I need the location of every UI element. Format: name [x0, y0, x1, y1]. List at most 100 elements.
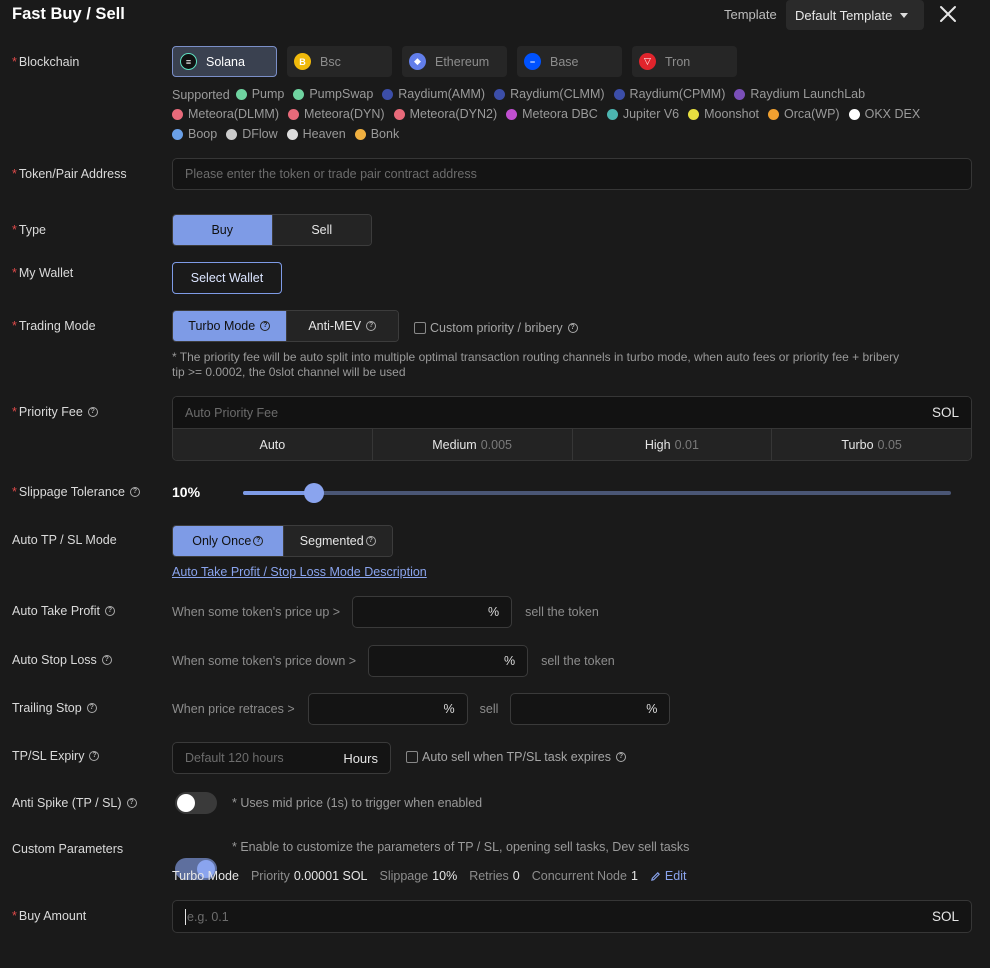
only-once-tab[interactable]: Only Once?: [173, 526, 283, 556]
dex-logo-icon: [293, 88, 305, 100]
dex-logo-icon: [734, 88, 746, 100]
solana-logo-icon: ≡: [180, 53, 197, 70]
custom-priority-checkbox[interactable]: Custom priority / bribery?: [414, 321, 578, 335]
auto-sell-expiry-checkbox[interactable]: Auto sell when TP/SL task expires?: [406, 750, 626, 764]
dex-meteora-dlmm: Meteora(DLMM): [172, 107, 279, 121]
dex-logo-icon: [848, 108, 860, 120]
wallet-label: * My Wallet: [12, 266, 74, 280]
buy-amount-input[interactable]: e.g. 0.1 SOL: [172, 900, 972, 933]
help-icon: ?: [615, 752, 626, 762]
priority-fee-input[interactable]: Auto Priority Fee SOL: [173, 397, 971, 429]
blockchain-label: * Blockchain: [12, 55, 80, 69]
dex-logo-icon: [286, 128, 298, 140]
turbo-note: * The priority fee will be auto split in…: [172, 350, 900, 379]
slippage-value: 10%: [172, 484, 201, 500]
dex-logo-icon: [688, 108, 700, 120]
help-icon: ?: [86, 703, 97, 713]
help-icon: ?: [567, 323, 578, 333]
page-title: Fast Buy / Sell: [12, 5, 125, 23]
dex-pump: Pump: [235, 87, 284, 101]
dex-raydium-launchlab: Raydium LaunchLab: [734, 87, 865, 101]
summary-mode: Turbo Mode: [172, 869, 239, 883]
dex-heaven: Heaven: [286, 127, 346, 141]
take-profit-prefix: When some token's price up >: [172, 605, 341, 619]
ethereum-logo-icon: ◆: [409, 53, 426, 70]
take-profit-label: Auto Take Profit?: [12, 604, 116, 618]
chain-label: Base: [550, 54, 579, 69]
stop-loss-input[interactable]: %: [368, 645, 529, 677]
slippage-slider-track[interactable]: [243, 491, 951, 495]
trailing-sell-input[interactable]: %: [510, 693, 671, 725]
segmented-tab[interactable]: Segmented?: [282, 526, 392, 556]
help-icon: ?: [366, 321, 377, 331]
dex-jupiter-v6: Jupiter V6: [606, 107, 679, 121]
expiry-input[interactable]: Default 120 hours Hours: [172, 742, 391, 774]
anti-mev-tab[interactable]: Anti-MEV?: [285, 311, 398, 341]
expiry-unit: Hours: [343, 750, 378, 766]
dex-boop: Boop: [172, 127, 217, 141]
custom-params-label: Custom Parameters: [12, 842, 124, 856]
trading-mode-toggle: Turbo Mode? Anti-MEV?: [172, 310, 399, 342]
fee-option-medium[interactable]: Medium 0.005: [371, 429, 572, 460]
turbo-mode-tab[interactable]: Turbo Mode?: [173, 311, 286, 341]
trading-mode-label: * Trading Mode: [12, 319, 96, 333]
anti-spike-toggle[interactable]: [175, 792, 217, 814]
dex-logo-icon: [613, 88, 625, 100]
help-icon: ?: [87, 407, 98, 417]
fee-option-high[interactable]: High 0.01: [571, 429, 772, 460]
text-cursor: [185, 908, 186, 925]
buy-amount-label: * Buy Amount: [12, 909, 87, 923]
dex-logo-icon: [354, 128, 366, 140]
take-profit-input[interactable]: %: [352, 596, 513, 628]
dex-bonk: Bonk: [354, 127, 399, 141]
pencil-icon: [650, 871, 660, 881]
dex-raydium-clmm: Raydium(CLMM): [494, 87, 605, 101]
dex-logo-icon: [768, 108, 780, 120]
sell-tab[interactable]: Sell: [271, 215, 371, 245]
stop-loss-row: When some token's price down > % sell th…: [172, 645, 615, 677]
help-icon: ?: [105, 606, 116, 616]
dex-logo-icon: [172, 128, 183, 140]
type-toggle: Buy Sell: [172, 214, 372, 246]
bsc-logo-icon: B: [294, 53, 311, 70]
dex-raydium-amm: Raydium(AMM): [382, 87, 485, 101]
dex-logo-icon: [506, 108, 518, 120]
anti-spike-label: Anti Spike (TP / SL)?: [12, 796, 137, 810]
chain-solana-button[interactable]: ≡ Solana: [172, 46, 277, 77]
chain-ethereum-button[interactable]: ◆ Ethereum: [402, 46, 507, 77]
template-select[interactable]: Default Template: [786, 0, 924, 30]
dex-orca-wp: Orca(WP): [768, 107, 840, 121]
dex-logo-icon: [393, 108, 405, 120]
token-label: * Token/Pair Address: [12, 167, 127, 181]
dex-pumpswap: PumpSwap: [293, 87, 373, 101]
checkbox-box[interactable]: [406, 751, 418, 763]
dex-logo-icon: [288, 108, 299, 120]
toggle-knob: [177, 794, 195, 812]
slippage-slider-handle[interactable]: [304, 483, 324, 503]
chain-label: Solana: [206, 54, 245, 69]
priority-fee-label: * Priority Fee?: [12, 405, 98, 419]
token-address-input[interactable]: Please enter the token or trade pair con…: [172, 158, 972, 190]
chain-bsc-button[interactable]: B Bsc: [287, 46, 392, 77]
token-placeholder: Please enter the token or trade pair con…: [185, 167, 477, 181]
close-icon[interactable]: [938, 4, 958, 24]
edit-params-button[interactable]: Edit: [650, 869, 691, 883]
tpsl-mode-description-link[interactable]: Auto Take Profit / Stop Loss Mode Descri…: [172, 565, 427, 579]
dex-logo-icon: [235, 88, 247, 100]
summary-slippage-label: Slippage: [379, 869, 429, 883]
help-icon: ?: [129, 487, 140, 497]
checkbox-box[interactable]: [414, 322, 426, 334]
help-icon: ?: [126, 798, 137, 808]
buy-tab[interactable]: Buy: [173, 215, 272, 245]
trailing-retrace-input[interactable]: %: [307, 693, 468, 725]
chain-tron-button[interactable]: ▽ Tron: [632, 46, 737, 77]
summary-slippage-value: 10%: [432, 869, 458, 883]
chain-base-button[interactable]: − Base: [517, 46, 622, 77]
expiry-label: TP/SL Expiry?: [12, 749, 100, 763]
fee-option-auto[interactable]: Auto: [173, 429, 372, 460]
select-wallet-button[interactable]: Select Wallet: [172, 262, 282, 294]
dex-dflow: DFlow: [226, 127, 278, 141]
fee-option-turbo[interactable]: Turbo 0.05: [771, 429, 971, 460]
help-icon: ?: [89, 751, 100, 761]
stop-loss-prefix: When some token's price down >: [172, 654, 357, 668]
